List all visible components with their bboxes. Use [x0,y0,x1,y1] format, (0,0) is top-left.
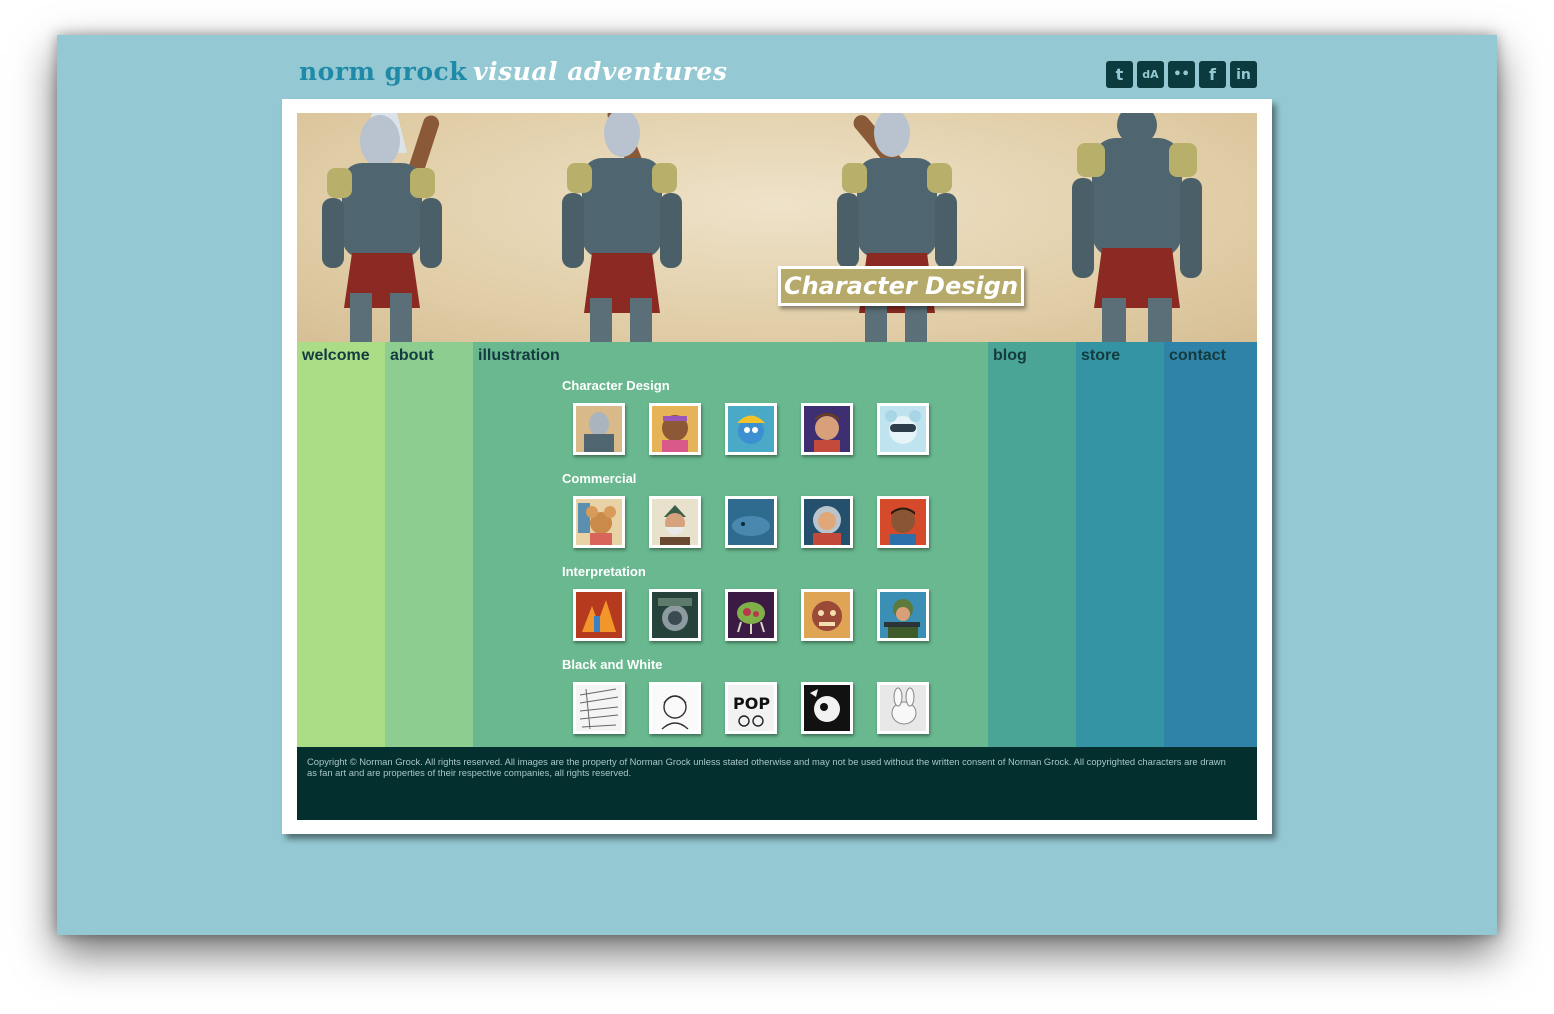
browser-viewport: norm grock visual adventures t dA •• f in [57,35,1497,935]
gallery-section-interpretation: Interpretation [562,564,929,641]
thumbnail-boy-portrait[interactable] [801,403,853,455]
flickr-icon[interactable]: •• [1168,61,1195,88]
thumbnail-old-sailor[interactable] [649,496,701,548]
thumbnail-orc-warrior[interactable] [573,403,625,455]
nav-store[interactable]: store [1081,347,1120,365]
footer: Copyright © Norman Grock. All rights res… [297,747,1257,820]
linkedin-icon[interactable]: in [1230,61,1257,88]
thumbnail-whale[interactable] [725,496,777,548]
thumbnail-metroid[interactable] [725,589,777,641]
social-links: t dA •• f in [1106,61,1257,88]
nav-column-illustration: illustration Character Design Commercial [473,342,988,747]
gallery-section-character-design: Character Design [562,378,929,455]
thumbnail-astronaut-kid[interactable] [801,496,853,548]
thumbnail-boy-red-background[interactable] [877,496,929,548]
thumbnail-girl-sketch[interactable] [649,682,701,734]
nav-column-store: store [1076,342,1164,747]
nav-welcome[interactable]: welcome [302,347,370,365]
nav-column-about: about [385,342,473,747]
banner-caption: Character Design [778,266,1024,306]
thumbnail-girl-headband[interactable] [649,403,701,455]
nav-column-blog: blog [988,342,1076,747]
copyright-text: Copyright © Norman Grock. All rights res… [307,756,1226,778]
section-title[interactable]: Commercial [562,471,636,488]
nav-blog[interactable]: blog [993,347,1027,365]
section-title[interactable]: Character Design [562,378,670,395]
twitter-icon[interactable]: t [1106,61,1133,88]
thumbnail-pop-comic[interactable]: POP [725,682,777,734]
facebook-icon[interactable]: f [1199,61,1226,88]
nav-illustration[interactable]: illustration [478,347,560,365]
content-frame: Character Design welcome about illustrat… [282,99,1272,834]
thumbnail-sketch-page[interactable] [573,682,625,734]
thumbnail-bw-ink-circle[interactable] [801,682,853,734]
gallery-section-commercial: Commercial [562,471,929,548]
section-title[interactable]: Black and White [562,657,662,674]
site-tagline: visual adventures [473,57,728,86]
deviantart-icon[interactable]: dA [1137,61,1164,88]
nav-contact[interactable]: contact [1169,347,1226,365]
main-navigation: welcome about illustration Character Des… [297,342,1257,747]
svg-text:POP: POP [733,694,770,713]
nav-column-contact: contact [1164,342,1257,747]
nav-column-welcome: welcome [297,342,385,747]
thumbnail-monster-face[interactable] [801,589,853,641]
site-name: norm grock [299,57,468,86]
thumbnail-soldier[interactable] [877,589,929,641]
thumbnail-blue-creature-hardhat[interactable] [725,403,777,455]
orc-figure-illustration [1072,113,1202,342]
site-logo[interactable]: norm grock visual adventures [299,57,727,86]
section-title[interactable]: Interpretation [562,564,646,581]
orc-figure-illustration [562,113,682,342]
nav-about[interactable]: about [390,347,434,365]
orc-figure-illustration [837,113,957,342]
thumbnail-goggles-character[interactable] [877,403,929,455]
hero-banner: Character Design [297,113,1257,342]
thumbnail-armored-figure[interactable] [649,589,701,641]
thumbnail-fire-scene[interactable] [573,589,625,641]
thumbnail-bunny-sketch[interactable] [877,682,929,734]
orc-figure-illustration [322,113,442,342]
gallery-section-black-and-white: Black and White POP [562,657,929,734]
thumbnail-mouse-character[interactable] [573,496,625,548]
